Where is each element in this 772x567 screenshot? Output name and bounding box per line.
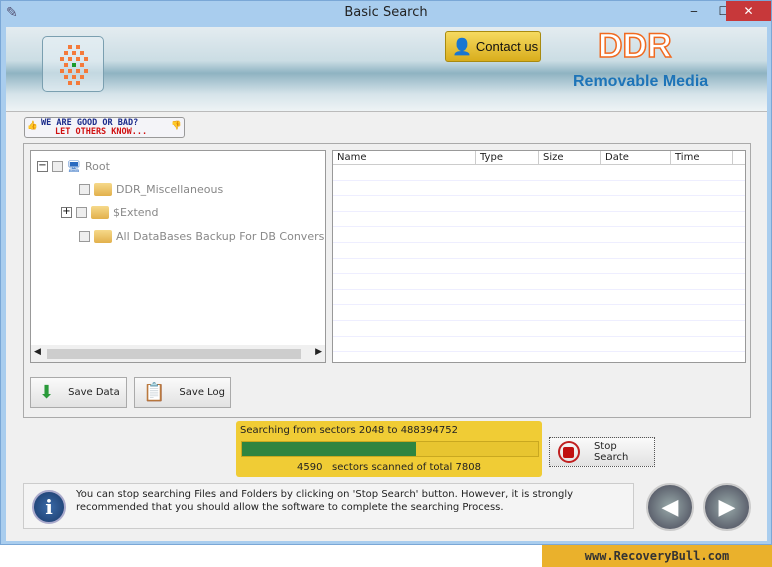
next-button[interactable]: ▶ bbox=[703, 483, 751, 531]
sector-range-text: Searching from sectors 2048 to 488394752 bbox=[240, 425, 458, 436]
back-button[interactable]: ◀ bbox=[646, 483, 694, 531]
client-area: 👤 Contact us DDR Removable Media 👍 WE AR… bbox=[6, 26, 767, 541]
banner: 👤 Contact us DDR Removable Media bbox=[6, 26, 767, 112]
product-name: Removable Media bbox=[573, 73, 709, 90]
checkbox[interactable] bbox=[76, 207, 87, 218]
column-size[interactable]: Size bbox=[539, 151, 601, 164]
minimize-button[interactable]: ‒ bbox=[681, 1, 707, 21]
info-icon: i bbox=[32, 490, 66, 524]
download-icon: ⬇ bbox=[39, 382, 55, 403]
stop-icon bbox=[558, 441, 580, 463]
scroll-left-icon[interactable]: ◀ bbox=[34, 347, 41, 357]
column-time[interactable]: Time bbox=[671, 151, 733, 164]
checkbox[interactable] bbox=[79, 231, 90, 242]
arrow-left-icon: ◀ bbox=[661, 494, 679, 520]
horizontal-scrollbar[interactable]: ◀ ▶ bbox=[31, 345, 325, 362]
column-name[interactable]: Name bbox=[333, 151, 476, 164]
brand-logo: DDR bbox=[597, 26, 672, 66]
progress-bar bbox=[241, 441, 539, 457]
tree-node[interactable]: All DataBases Backup For DB Conversion S… bbox=[79, 230, 325, 243]
tree-node[interactable]: + $Extend bbox=[61, 206, 159, 219]
contact-us-button[interactable]: 👤 Contact us bbox=[445, 31, 541, 62]
results-panel: − 🖥 Root DDR_Miscellaneous + $Extend All Da… bbox=[23, 143, 751, 418]
save-log-button[interactable]: 📋 Save Log bbox=[134, 377, 231, 408]
thumbs-up-icon: 👍 bbox=[27, 121, 38, 131]
title-bar: ✎ Basic Search ‒ ☐ ✕ bbox=[1, 1, 771, 26]
info-text: You can stop searching Files and Folders… bbox=[76, 489, 574, 513]
checkbox[interactable] bbox=[79, 184, 90, 195]
arrow-right-icon: ▶ bbox=[718, 494, 736, 520]
checkbox[interactable] bbox=[52, 161, 63, 172]
stop-search-button[interactable]: Stop Search bbox=[549, 437, 655, 467]
search-progress: Searching from sectors 2048 to 488394752… bbox=[236, 421, 542, 477]
progress-fill bbox=[242, 442, 417, 456]
app-logo bbox=[42, 36, 104, 92]
list-header: Name Type Size Date Time bbox=[333, 151, 745, 165]
log-icon: 📋 bbox=[143, 382, 166, 403]
save-data-button[interactable]: ⬇ Save Data bbox=[30, 377, 127, 408]
info-box: i You can stop searching Files and Folde… bbox=[23, 483, 634, 529]
folder-icon bbox=[94, 183, 112, 196]
tree-node-root[interactable]: − 🖥 Root bbox=[37, 160, 110, 173]
file-list[interactable]: Name Type Size Date Time bbox=[332, 150, 746, 363]
list-rows bbox=[333, 165, 745, 353]
folder-icon bbox=[91, 206, 109, 219]
folder-icon bbox=[94, 230, 112, 243]
window-title: Basic Search bbox=[344, 5, 428, 20]
scroll-thumb[interactable] bbox=[47, 349, 301, 359]
sectors-scanned: 4590 sectors scanned of total 7808 bbox=[297, 462, 481, 473]
thumbs-down-icon: 👎 bbox=[171, 121, 182, 131]
computer-icon: 🖥 bbox=[67, 160, 81, 173]
app-window: ✎ Basic Search ‒ ☐ ✕ 👤 Contact us DDR Re… bbox=[0, 0, 772, 545]
column-type[interactable]: Type bbox=[476, 151, 539, 164]
scroll-right-icon[interactable]: ▶ bbox=[315, 347, 322, 357]
rate-us-button[interactable]: 👍 WE ARE GOOD OR BAD? LET OTHERS KNOW...… bbox=[24, 117, 185, 138]
person-icon: 👤 bbox=[452, 38, 472, 56]
close-button[interactable]: ✕ bbox=[726, 1, 771, 21]
folder-tree[interactable]: − 🖥 Root DDR_Miscellaneous + $Extend All Da… bbox=[30, 150, 326, 363]
tree-node[interactable]: DDR_Miscellaneous bbox=[79, 183, 223, 196]
column-date[interactable]: Date bbox=[601, 151, 671, 164]
collapse-icon[interactable]: − bbox=[37, 161, 48, 172]
website-url: www.RecoveryBull.com bbox=[542, 545, 772, 567]
expand-icon[interactable]: + bbox=[61, 207, 72, 218]
